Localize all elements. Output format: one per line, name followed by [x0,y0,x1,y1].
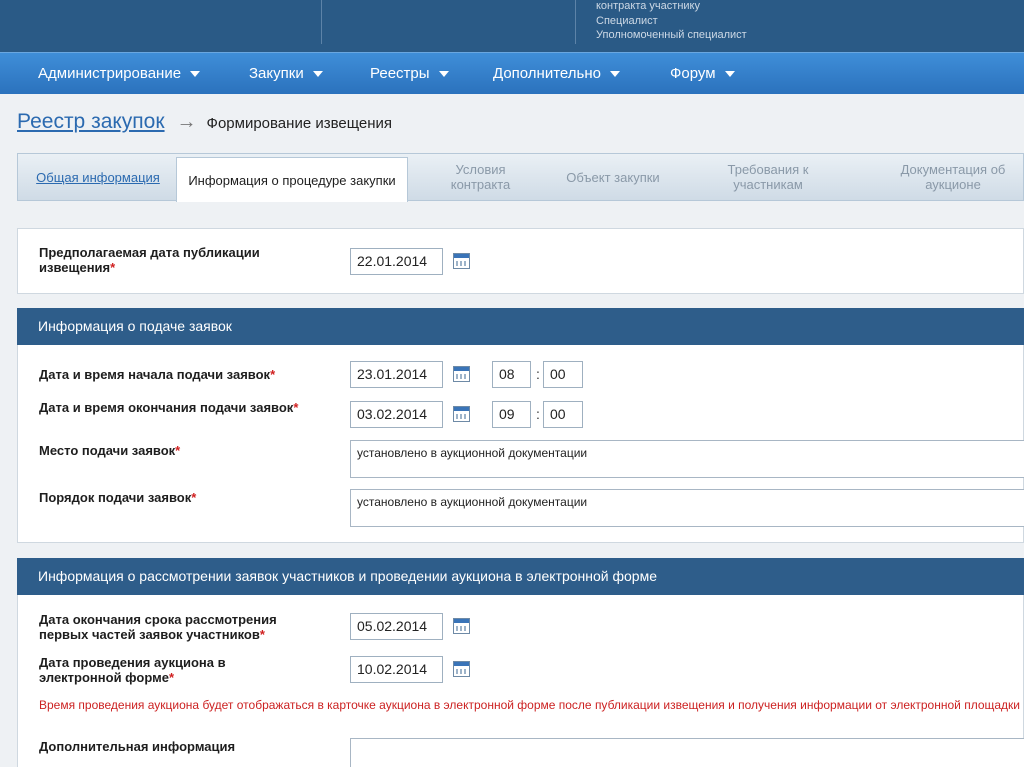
additional-info-textarea[interactable] [350,738,1024,767]
auction-date-label: Дата проведения аукциона в электронной ф… [39,655,259,685]
time-separator: : [536,406,540,422]
submission-end-minute-input[interactable]: 00 [543,401,583,428]
submission-end-date-input[interactable]: 03.02.2014 [350,401,443,428]
time-separator: : [536,366,540,382]
required-mark: * [175,443,181,458]
submission-order-label: Порядок подачи заявок* [39,490,319,505]
label-text: Дата окончания срока рассмотрения первых… [39,612,277,642]
auction-date-input[interactable]: 10.02.2014 [350,656,443,683]
nav-label: Администрирование [38,65,182,82]
required-mark: * [110,260,116,275]
required-mark: * [270,367,276,382]
label-text: Дата и время окончания подачи заявок [39,400,294,415]
nav-label: Закупки [249,65,304,82]
arrow-right-icon: → [176,111,197,133]
nav-registries[interactable]: Реестры [370,53,449,95]
required-mark: * [293,400,299,415]
submission-start-hour-input[interactable]: 08 [492,361,531,388]
publication-date-input[interactable]: 22.01.2014 [350,248,443,275]
tab-auction-documentation[interactable]: Документация об аукционе [878,154,1024,200]
publication-date-label: Предполагаемая дата публикации извещения… [39,245,299,275]
label-text: Место подачи заявок [39,443,176,458]
label-text: Дата проведения аукциона в электронной ф… [39,655,226,685]
review-end-date-input[interactable]: 05.02.2014 [350,613,443,640]
tab-general-info[interactable]: Общая информация [18,154,178,200]
label-text: Дата и время начала подачи заявок [39,367,271,382]
label-text: Порядок подачи заявок [39,490,192,505]
required-mark: * [191,490,197,505]
submission-end-hour-input[interactable]: 09 [492,401,531,428]
nav-label: Форум [670,65,716,82]
chevron-down-icon [724,71,735,78]
nav-purchases[interactable]: Закупки [249,53,323,95]
section-header-submission: Информация о подаче заявок [17,308,1024,345]
calendar-icon[interactable] [453,661,470,677]
tab-purchase-object[interactable]: Объект закупки [558,154,668,200]
label-text: Предполагаемая дата публикации извещения [39,245,260,275]
top-bar-divider [321,0,322,44]
nav-administration[interactable]: Администрирование [38,53,201,95]
submission-order-textarea[interactable]: установлено в аукционной документации [350,489,1024,527]
chevron-down-icon [438,71,449,78]
user-info-line: контракта участнику [596,0,700,12]
calendar-icon[interactable] [453,618,470,634]
chevron-down-icon [190,71,201,78]
chevron-down-icon [609,71,620,78]
auction-time-note: Время проведения аукциона будет отобража… [39,698,1021,712]
required-mark: * [168,670,174,685]
review-end-label: Дата окончания срока рассмотрения первых… [39,612,309,642]
top-bar: контракта участнику Специалист Уполномоч… [0,0,1024,52]
nav-label: Дополнительно [493,65,601,82]
submission-end-label: Дата и время окончания подачи заявок* [39,400,299,415]
submission-start-label: Дата и время начала подачи заявок* [39,367,319,382]
chevron-down-icon [312,71,323,78]
required-mark: * [259,627,265,642]
main-nav: Администрирование Закупки Реестры Дополн… [0,52,1024,94]
section-header-review: Информация о рассмотрении заявок участни… [17,558,1024,595]
submission-place-label: Место подачи заявок* [39,443,319,458]
tab-participant-requirements[interactable]: Требования к участникам [698,154,838,200]
calendar-icon[interactable] [453,406,470,422]
breadcrumb-link-registry[interactable]: Реестр закупок [17,110,165,133]
submission-place-textarea[interactable]: установлено в аукционной документации [350,440,1024,478]
calendar-icon[interactable] [453,366,470,382]
calendar-icon[interactable] [453,253,470,269]
additional-info-label: Дополнительная информация [39,739,236,754]
submission-start-minute-input[interactable]: 00 [543,361,583,388]
user-role-authorized: Уполномоченный специалист [596,29,747,41]
top-bar-divider [575,0,576,44]
nav-forum[interactable]: Форум [670,53,735,95]
submission-start-date-input[interactable]: 23.01.2014 [350,361,443,388]
page-title: Формирование извещения [206,115,393,132]
tab-procedure-info[interactable]: Информация о процедуре закупки [176,157,408,202]
tab-bar: Общая информация Информация о процедуре … [17,153,1024,202]
nav-additional[interactable]: Дополнительно [493,53,620,95]
tab-contract-terms[interactable]: Условия контракта [428,154,533,200]
user-role: Специалист [596,15,658,27]
breadcrumb: Реестр закупок → Формирование извещения [17,110,392,138]
nav-label: Реестры [370,65,430,82]
